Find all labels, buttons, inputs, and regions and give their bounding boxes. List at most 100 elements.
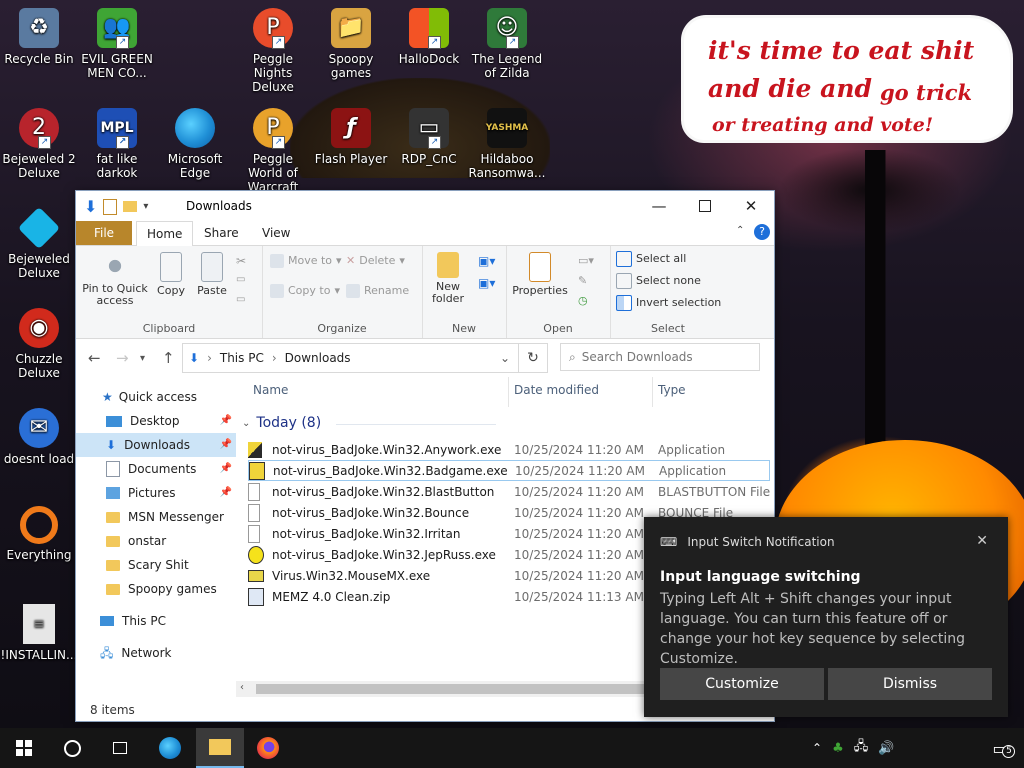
nav-item-onstar[interactable]: onstar bbox=[76, 529, 236, 553]
task-view-button[interactable] bbox=[96, 728, 144, 768]
search-input[interactable]: ⌕ Search Downloads bbox=[560, 343, 760, 371]
pin-icon[interactable]: 📌 bbox=[220, 433, 232, 457]
select-none-button[interactable]: Select none bbox=[616, 272, 701, 290]
breadcrumb-downloads[interactable]: Downloads bbox=[285, 351, 351, 365]
scrollbar-thumb[interactable] bbox=[256, 684, 656, 694]
new-folder-button[interactable]: New folder bbox=[426, 252, 470, 305]
folder-quick-icon[interactable] bbox=[123, 201, 138, 212]
pin-icon[interactable]: 📌 bbox=[220, 481, 232, 505]
rename-button[interactable]: Rename bbox=[346, 282, 409, 300]
desktop-icon-spoopy-games[interactable]: 📁 Spoopy games bbox=[312, 8, 390, 80]
address-dropdown-icon[interactable]: ⌄ bbox=[500, 351, 510, 365]
edit-icon[interactable]: ✎ bbox=[578, 274, 587, 287]
start-button[interactable] bbox=[0, 728, 48, 768]
desktop-icon-evil-green-men[interactable]: 👥 ↗ EVIL GREEN MEN CO... bbox=[78, 8, 156, 80]
title-bar[interactable]: ⬇ ▾ Downloads — ✕ bbox=[76, 191, 774, 221]
desktop-icon-fat-like-darkok[interactable]: MPL ↗ fat like darkok bbox=[78, 108, 156, 180]
desktop-icon-rdp-cnc[interactable]: ▭ ↗ RDP_CnC bbox=[390, 108, 468, 166]
delete-button[interactable]: ✕ Delete ▾ bbox=[346, 252, 405, 270]
nav-item-downloads[interactable]: ⬇ Downloads 📌 bbox=[76, 433, 236, 457]
nav-quick-access[interactable]: ★ Quick access bbox=[76, 385, 236, 409]
column-header-date[interactable]: Date modified bbox=[514, 383, 599, 397]
tab-file[interactable]: File bbox=[76, 221, 132, 245]
chevron-down-icon[interactable]: ▾ bbox=[143, 201, 148, 212]
easy-access-icon[interactable]: ▣▾ bbox=[478, 276, 495, 290]
pin-icon[interactable]: 📌 bbox=[220, 409, 232, 433]
desktop-icon-flash-player[interactable]: ƒ Flash Player bbox=[312, 108, 390, 166]
minimize-button[interactable]: — bbox=[636, 191, 682, 221]
file-row[interactable]: not-virus_BadJoke.Win32.BlastButton 10/2… bbox=[248, 481, 770, 502]
scroll-left-icon[interactable]: ‹ bbox=[240, 682, 244, 693]
desktop-icon-bejeweled-2[interactable]: 2 ↗ Bejeweled 2 Deluxe bbox=[0, 108, 78, 180]
desktop-icon-chuzzle[interactable]: ◉ Chuzzle Deluxe bbox=[0, 308, 78, 380]
desktop-icon-doesnt-load[interactable]: ✉ doesnt load bbox=[0, 408, 78, 466]
desktop-icon-hildaboo[interactable]: YASHMA Hildaboo Ransomwa... bbox=[468, 108, 546, 180]
open-icon[interactable]: ▭▾ bbox=[578, 254, 594, 267]
taskbar-file-explorer[interactable] bbox=[196, 728, 244, 768]
back-button[interactable]: ← bbox=[88, 349, 101, 367]
tab-home[interactable]: Home bbox=[136, 221, 194, 247]
show-hidden-icons-button[interactable]: ⌃ bbox=[812, 741, 822, 755]
desktop-icon-everything[interactable]: Everything bbox=[0, 506, 78, 562]
tab-share[interactable]: Share bbox=[194, 221, 249, 245]
invert-selection-button[interactable]: Invert selection bbox=[616, 294, 721, 312]
address-bar[interactable]: ⬇ › This PC › Downloads ⌄ bbox=[182, 343, 519, 373]
customize-button[interactable]: Customize bbox=[660, 668, 824, 700]
paste-shortcut-icon[interactable]: ▭ bbox=[236, 294, 245, 305]
taskbar-edge[interactable] bbox=[146, 728, 194, 768]
history-icon[interactable]: ◷ bbox=[578, 294, 588, 307]
desktop-icon-installing[interactable]: ≡ !INSTALLIN... bbox=[0, 604, 78, 662]
column-header-type[interactable]: Type bbox=[658, 383, 686, 397]
file-row[interactable]: not-virus_BadJoke.Win32.Badgame.exe 10/2… bbox=[248, 460, 770, 481]
nav-item-documents[interactable]: Documents 📌 bbox=[76, 457, 236, 481]
properties-button[interactable]: Properties bbox=[512, 252, 568, 297]
refresh-button[interactable]: ↻ bbox=[518, 343, 548, 373]
breadcrumb-this-pc[interactable]: This PC bbox=[220, 351, 264, 365]
ribbon-expand-icon[interactable]: ⌃ bbox=[736, 225, 744, 236]
desktop-icon-microsoft-edge[interactable]: Microsoft Edge bbox=[156, 108, 234, 180]
copy-button[interactable]: Copy bbox=[152, 252, 190, 297]
column-header-name[interactable]: Name bbox=[253, 383, 288, 397]
network-people-icon[interactable]: ♣ bbox=[832, 741, 844, 756]
desktop-icon-peggle-wow[interactable]: P ↗ Peggle World of Warcraft bbox=[234, 108, 312, 194]
nav-network[interactable]: 🖧 Network bbox=[76, 641, 236, 665]
pin-to-quick-access-button[interactable]: Pin to Quick access bbox=[82, 252, 148, 307]
desktop-icon-recycle-bin[interactable]: ♻ Recycle Bin bbox=[0, 8, 78, 66]
desktop-icon-hallodock[interactable]: ↗ HalloDock bbox=[390, 8, 468, 66]
search-button[interactable] bbox=[48, 728, 96, 768]
nav-item-desktop[interactable]: Desktop 📌 bbox=[76, 409, 236, 433]
nav-this-pc[interactable]: This PC bbox=[76, 609, 236, 633]
close-button[interactable]: ✕ bbox=[728, 191, 774, 221]
select-all-button[interactable]: Select all bbox=[616, 250, 686, 268]
dismiss-button[interactable]: Dismiss bbox=[828, 668, 992, 700]
help-icon[interactable]: ? bbox=[754, 224, 770, 240]
copy-path-icon[interactable]: ▭ bbox=[236, 274, 245, 285]
forward-button[interactable]: → bbox=[116, 349, 129, 367]
group-header-today[interactable]: ⌄ Today (8) bbox=[242, 415, 321, 431]
maximize-button[interactable] bbox=[682, 191, 728, 221]
taskbar-firefox[interactable] bbox=[244, 728, 292, 768]
desktop-icon-peggle-nights[interactable]: P ↗ Peggle Nights Deluxe bbox=[234, 8, 312, 94]
file-row[interactable]: not-virus_BadJoke.Win32.Anywork.exe 10/2… bbox=[248, 439, 770, 460]
cut-icon[interactable]: ✂ bbox=[236, 254, 246, 268]
desktop-icon-bejeweled-deluxe[interactable]: Bejeweled Deluxe bbox=[0, 206, 78, 280]
nav-item-scary-shit[interactable]: Scary Shit bbox=[76, 553, 236, 577]
nav-item-msn-messenger[interactable]: MSN Messenger bbox=[76, 505, 236, 529]
desktop-icon-legend-of-zilda[interactable]: ☺ ↗ The Legend of Zilda bbox=[468, 8, 546, 80]
input-switch-notification[interactable]: ⌨ Input Switch Notification ✕ Input lang… bbox=[644, 517, 1008, 717]
properties-quick-icon[interactable] bbox=[103, 198, 118, 215]
copy-to-button[interactable]: Copy to ▾ bbox=[270, 282, 340, 300]
notification-close-button[interactable]: ✕ bbox=[976, 533, 988, 549]
recent-locations-button[interactable]: ▾ bbox=[140, 353, 145, 364]
new-item-icon[interactable]: ▣▾ bbox=[478, 254, 495, 268]
network-status-icon[interactable]: 🖧 bbox=[854, 737, 869, 759]
pin-icon[interactable]: 📌 bbox=[220, 457, 232, 481]
nav-item-pictures[interactable]: Pictures 📌 bbox=[76, 481, 236, 505]
move-to-button[interactable]: Move to ▾ bbox=[270, 252, 342, 270]
up-button[interactable]: ↑ bbox=[162, 349, 175, 367]
volume-icon[interactable]: 🔊 bbox=[878, 741, 894, 756]
action-center-button[interactable]: ▭ 5 bbox=[976, 728, 1024, 768]
tab-view[interactable]: View bbox=[252, 221, 300, 245]
nav-item-spoopy-games[interactable]: Spoopy games bbox=[76, 577, 236, 601]
paste-button[interactable]: Paste bbox=[194, 252, 230, 297]
